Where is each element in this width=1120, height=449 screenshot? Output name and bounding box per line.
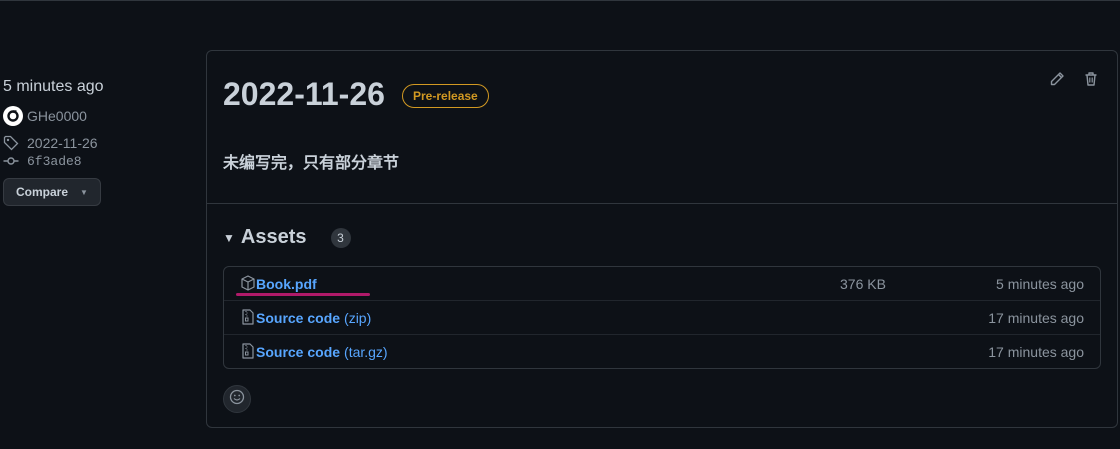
asset-link[interactable]: Source code (tar.gz) [256,344,388,360]
pencil-icon[interactable] [1049,71,1065,87]
tag-icon [3,135,19,151]
asset-name[interactable]: Source code [256,344,340,360]
commit-icon [3,153,19,169]
commit-sha[interactable]: 6f3ade8 [27,154,82,169]
smiley-icon [229,389,245,410]
triangle-down-icon: ▼ [223,230,235,245]
release-notes: 未编写完，只有部分章节 [223,155,400,172]
asset-row[interactable]: Book.pdf 376 KB 5 minutes ago [224,267,1100,300]
asset-time: 5 minutes ago [996,275,1084,292]
release-title[interactable]: 2022-11-26 [223,76,385,113]
asset-link[interactable]: Source code (zip) [256,310,371,326]
tag-name[interactable]: 2022-11-26 [27,135,98,151]
prerelease-badge: Pre-release [402,84,489,108]
asset-link[interactable]: Book.pdf [256,276,317,292]
release-header: 2022-11-26 Pre-release 未编写完，只有部分章节 [207,51,1117,204]
avatar[interactable] [3,106,23,126]
chevron-down-icon: ▼ [80,187,88,197]
assets-title: Assets [240,226,307,248]
compare-button[interactable]: Compare ▼ [3,178,101,206]
author[interactable]: GHe0000 [3,106,193,126]
top-divider [0,0,1120,1]
asset-name[interactable]: Book.pdf [256,276,317,292]
asset-row[interactable]: Source code (tar.gz) 17 minutes ago [224,334,1100,368]
release-time: 5 minutes ago [3,78,104,95]
asset-time: 17 minutes ago [988,343,1084,360]
release-actions [1031,71,1099,87]
assets-count: 3 [330,227,351,248]
add-reaction-button[interactable] [223,385,251,413]
commit-link[interactable]: 6f3ade8 [3,153,193,169]
compare-label: Compare [16,185,69,199]
asset-row[interactable]: Source code (zip) 17 minutes ago [224,300,1100,334]
highlight-underline [236,293,370,296]
trash-icon[interactable] [1083,71,1099,87]
asset-name[interactable]: Source code [256,310,340,326]
file-zip-icon [240,309,256,325]
tag-link[interactable]: 2022-11-26 [3,135,193,151]
asset-format[interactable]: (zip) [344,310,371,326]
asset-time: 17 minutes ago [988,309,1084,326]
asset-size: 376 KB [840,275,886,292]
release-sidebar: 5 minutes ago GHe0000 2022-11-26 6f3ade8 [3,74,193,206]
author-name[interactable]: GHe0000 [27,108,87,124]
release-card: 2022-11-26 Pre-release 未编写完，只有部分章节 ▼ Ass… [206,50,1118,428]
assets-toggle[interactable]: ▼ Assets 3 [223,226,351,249]
file-zip-icon [240,343,256,359]
asset-list: Book.pdf 376 KB 5 minutes ago Source cod… [223,266,1101,369]
asset-format[interactable]: (tar.gz) [344,344,388,360]
package-icon [240,275,256,291]
